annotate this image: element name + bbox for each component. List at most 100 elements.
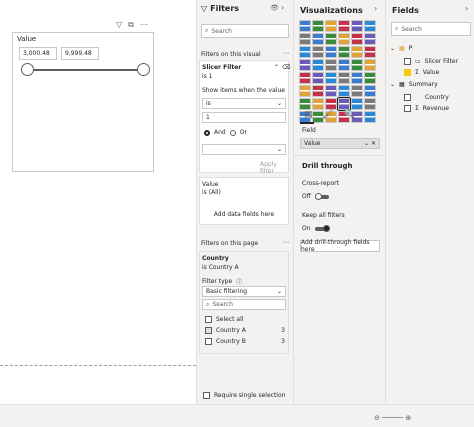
visual-type-icon[interactable]: [364, 72, 376, 84]
operator-select[interactable]: is ⌄: [202, 98, 286, 109]
zoom-slider-icon[interactable]: ⊖ ───── ⊕: [374, 414, 411, 422]
or-radio[interactable]: [229, 129, 236, 136]
visual-type-icon[interactable]: [364, 85, 376, 97]
visual-type-icon[interactable]: [325, 98, 337, 110]
visual-type-icon[interactable]: [325, 46, 337, 58]
visual-type-icon[interactable]: [364, 98, 376, 110]
and-radio[interactable]: [204, 129, 210, 136]
checkbox[interactable]: [404, 69, 411, 76]
table-row[interactable]: ⌄ ▦ P: [390, 45, 412, 52]
visual-type-icon[interactable]: [325, 85, 337, 97]
more-options-icon[interactable]: ⋯: [283, 50, 289, 57]
visual-type-icon[interactable]: [312, 20, 324, 32]
visual-type-icon[interactable]: [364, 20, 376, 32]
list-item[interactable]: Σ Value: [404, 69, 439, 76]
collapse-pane-icon[interactable]: ›: [465, 4, 468, 13]
visual-type-icon[interactable]: [338, 59, 350, 71]
country-filter-card[interactable]: Country is Country A Filter type ⓘ Basic…: [199, 251, 289, 354]
focus-mode-icon[interactable]: ⧉: [128, 20, 134, 30]
checkbox[interactable]: [205, 316, 212, 323]
visual-type-icon[interactable]: [325, 59, 337, 71]
require-single-selection[interactable]: Require single selection: [203, 392, 285, 399]
visual-type-icon[interactable]: [312, 85, 324, 97]
checkbox[interactable]: [404, 94, 411, 101]
visual-type-icon[interactable]: [325, 72, 337, 84]
analytics-tab-icon[interactable]: 🔍: [344, 110, 355, 120]
visual-type-icon[interactable]: [351, 59, 363, 71]
list-item[interactable]: ▭ Slicer Filter: [404, 58, 458, 65]
cross-report-toggle[interactable]: Off: [302, 192, 329, 200]
apply-filter-link[interactable]: Apply filter: [260, 161, 288, 175]
slicer-min-input[interactable]: 3,000.48: [19, 47, 57, 60]
fields-search-input[interactable]: ⌕ Search: [391, 22, 471, 36]
field-well-value[interactable]: Value ⌄ ✕: [300, 138, 380, 149]
visual-type-icon[interactable]: [325, 20, 337, 32]
visual-type-icon[interactable]: [299, 72, 311, 84]
visual-type-icon[interactable]: [312, 98, 324, 110]
visual-type-icon[interactable]: [312, 72, 324, 84]
visual-type-icon[interactable]: [299, 98, 311, 110]
chevron-up-icon[interactable]: ⌃: [274, 64, 279, 71]
slicer-max-handle[interactable]: [137, 63, 150, 76]
visual-type-icon[interactable]: [312, 46, 324, 58]
visual-type-icon[interactable]: [364, 59, 376, 71]
table-row[interactable]: ⌄ ▦ Summary: [390, 81, 438, 88]
checkbox[interactable]: [205, 327, 212, 334]
country-search-input[interactable]: ⌕ Search: [202, 299, 286, 310]
visual-type-icon[interactable]: [338, 72, 350, 84]
visual-type-icon[interactable]: [351, 46, 363, 58]
list-item[interactable]: Country A 3: [205, 327, 285, 334]
visual-type-icon[interactable]: [299, 59, 311, 71]
visual-type-icon[interactable]: [364, 33, 376, 45]
visual-type-icon[interactable]: [299, 33, 311, 45]
clear-filter-icon[interactable]: ⌫: [282, 64, 290, 71]
visual-type-icon[interactable]: [312, 59, 324, 71]
visual-type-icon[interactable]: [325, 33, 337, 45]
visual-type-icon[interactable]: [351, 85, 363, 97]
visual-type-icon[interactable]: [338, 20, 350, 32]
list-item[interactable]: Σ Revenue: [404, 105, 449, 112]
second-operator-select[interactable]: ⌄: [202, 144, 286, 155]
checkbox[interactable]: [203, 392, 210, 399]
slicer-max-input[interactable]: 9,999.48: [61, 47, 99, 60]
visual-type-icon[interactable]: [364, 111, 376, 123]
report-canvas[interactable]: ▽ ⧉ ⋯ Value 3,000.48 9,999.48: [0, 0, 196, 404]
slicer-visual[interactable]: Value 3,000.48 9,999.48: [12, 32, 154, 172]
visual-type-icon[interactable]: [338, 33, 350, 45]
format-tab-icon[interactable]: 🖌: [323, 110, 334, 120]
value-filter-card[interactable]: Value is (All) Add data fields here: [199, 177, 289, 225]
list-item[interactable]: Country B 3: [205, 338, 285, 345]
filters-search-input[interactable]: ⌕ Search: [201, 24, 289, 38]
visual-type-icon[interactable]: [351, 72, 363, 84]
list-item[interactable]: Country: [404, 94, 449, 101]
collapse-pane-icon[interactable]: ›: [281, 3, 284, 12]
list-item[interactable]: Select all: [205, 316, 243, 323]
visual-type-icon[interactable]: [338, 46, 350, 58]
visual-type-icon[interactable]: [351, 20, 363, 32]
more-options-icon[interactable]: ⋯: [283, 239, 289, 246]
slicer-min-handle[interactable]: [21, 63, 34, 76]
visual-type-icon[interactable]: [299, 20, 311, 32]
filter-value-input[interactable]: 1: [202, 112, 286, 123]
more-options-icon[interactable]: ⋯: [140, 20, 148, 30]
visual-type-icon[interactable]: [351, 98, 363, 110]
fields-tab-icon[interactable]: ▤: [304, 110, 313, 120]
filter-icon[interactable]: ▽: [116, 20, 122, 30]
visual-type-icon[interactable]: [299, 46, 311, 58]
add-drill-through-dropzone[interactable]: Add drill-through fields here: [300, 239, 380, 253]
checkbox[interactable]: [404, 105, 411, 112]
visual-type-icon[interactable]: [299, 85, 311, 97]
eye-icon[interactable]: 👁: [270, 4, 279, 12]
add-data-fields-dropzone[interactable]: Add data fields here: [200, 204, 288, 224]
keep-filters-toggle[interactable]: On: [302, 224, 330, 232]
visual-type-icon[interactable]: [337, 97, 351, 111]
visual-type-icon[interactable]: [351, 33, 363, 45]
checkbox[interactable]: [205, 338, 212, 345]
filter-type-select[interactable]: Basic filtering ⌄: [202, 286, 286, 297]
collapse-pane-icon[interactable]: ›: [374, 4, 377, 13]
slicer-filter-card[interactable]: Slicer Filter is 1 ⌃ ⌫ Show items when t…: [199, 60, 290, 175]
visual-type-icon[interactable]: [312, 33, 324, 45]
visual-type-icon[interactable]: [338, 85, 350, 97]
checkbox[interactable]: [404, 58, 411, 65]
visual-type-icon[interactable]: [364, 46, 376, 58]
